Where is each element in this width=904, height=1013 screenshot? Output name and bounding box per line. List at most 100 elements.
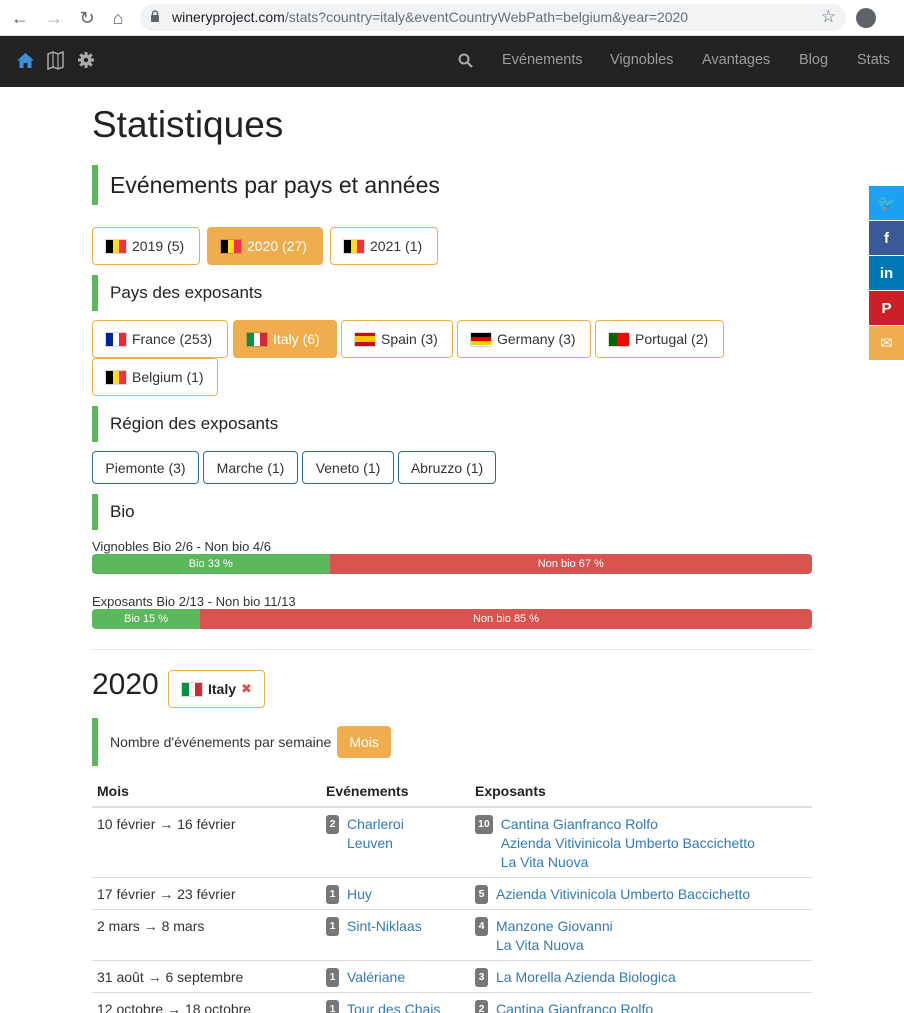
event-link[interactable]: Valériane (347, 968, 405, 987)
event-link[interactable]: Leuven (347, 834, 404, 853)
exhibitor-link[interactable]: La Vita Nuova (496, 936, 613, 955)
pill-label: Spain (3) (381, 331, 438, 347)
forward-arrow-icon[interactable]: → (42, 6, 66, 30)
pill-label: Germany (3) (497, 331, 576, 347)
be-flag-icon (220, 238, 242, 254)
exhibitor-link[interactable]: Manzone Giovanni (496, 917, 613, 936)
country-filter-de[interactable]: Germany (3) (457, 320, 591, 358)
twitter-share-button[interactable]: 🐦 (869, 186, 904, 220)
event-link[interactable]: Charleroi (347, 815, 404, 834)
region-filter-0[interactable]: Piemonte (3) (92, 451, 199, 484)
es-flag-icon (354, 331, 376, 347)
section-events-heading: Evénements par pays et années (92, 165, 440, 205)
home-browser-icon[interactable]: ⌂ (106, 6, 130, 30)
col-header-events: Evénements (321, 776, 470, 808)
count-badge: 10 (475, 815, 493, 834)
exhibitor-link[interactable]: Azienda Vitivinicola Umberto Baccichetto (496, 885, 750, 904)
table-row: 31 août → 6 septembre 1 Valériane 3 La Morel… (92, 960, 812, 993)
pt-flag-icon (608, 331, 630, 347)
nav-blog[interactable]: Blog (799, 52, 828, 68)
pill-label: Belgium (1) (132, 369, 204, 385)
event-link[interactable]: Sint-Niklaas (347, 917, 422, 936)
url-text: wineryproject.com/stats?country=italy&ev… (172, 9, 689, 25)
nav-stats[interactable]: Stats (857, 52, 890, 68)
month-toggle-button[interactable]: Mois (337, 726, 391, 758)
reload-icon[interactable]: ↻ (75, 6, 99, 30)
table-row: 12 octobre → 18 octobre 1 Tour des Chais 2 C… (92, 992, 812, 1013)
exhibitors-cell: 4 Manzone Giovanni La Vita Nuova (470, 909, 812, 961)
email-share-button[interactable]: ✉ (869, 326, 904, 360)
exhibitors-cell: 3 La Morella Azienda Biologica (470, 960, 812, 993)
region-filter-2[interactable]: Veneto (1) (302, 451, 394, 484)
profile-avatar-icon[interactable] (856, 8, 876, 28)
remove-filter-icon[interactable]: ✖ (241, 681, 252, 697)
map-icon[interactable] (47, 51, 64, 70)
it-flag-icon (246, 331, 268, 347)
nav-evenements[interactable]: Evénements (502, 52, 583, 68)
count-badge: 3 (475, 968, 488, 987)
exhibitor-link[interactable]: Cantina Gianfranco Rolfo (496, 1000, 653, 1013)
pill-label: Italy (6) (273, 331, 320, 347)
vineyards-bio-label: Vignobles Bio 2/6 - Non bio 4/6 (92, 539, 271, 554)
address-bar[interactable]: wineryproject.com/stats?country=italy&ev… (140, 4, 846, 31)
exhibitors-cell: 5 Azienda Vitivinicola Umberto Baccichett… (470, 877, 812, 910)
bio-segment: Bio 33 % (92, 554, 330, 574)
year-filter-2[interactable]: 2021 (1) (330, 227, 438, 265)
facebook-icon: f (884, 229, 889, 247)
country-filter-es[interactable]: Spain (3) (341, 320, 453, 358)
exhibitor-link[interactable]: Cantina Gianfranco Rolfo (501, 815, 755, 834)
count-badge: 1 (326, 917, 339, 936)
event-link[interactable]: Huy (347, 885, 372, 904)
search-icon[interactable] (458, 53, 473, 68)
country-filter-it[interactable]: Italy (6) (233, 320, 337, 358)
exhibitors-bio-label: Exposants Bio 2/13 - Non bio 11/13 (92, 594, 296, 609)
week-chart-label: Nombre d'événements par semaine (110, 734, 332, 750)
selected-country-chip[interactable]: Italy ✖ (168, 670, 265, 708)
home-icon[interactable] (16, 52, 35, 69)
col-header-exhibitors: Exposants (470, 776, 812, 808)
count-badge: 1 (326, 968, 339, 987)
twitter-icon: 🐦 (877, 195, 896, 212)
be-flag-icon (105, 238, 127, 254)
be-flag-icon (343, 238, 365, 254)
year-heading: 2020 (92, 668, 159, 701)
events-cell: 1 Tour des Chais (321, 992, 470, 1013)
linkedin-share-button[interactable]: in (869, 256, 904, 290)
gear-icon[interactable] (77, 51, 95, 69)
email-icon: ✉ (880, 335, 893, 352)
event-link[interactable]: Tour des Chais (347, 1000, 440, 1013)
period-cell: 2 mars → 8 mars (92, 909, 321, 961)
country-filter-pt[interactable]: Portugal (2) (595, 320, 724, 358)
nav-avantages[interactable]: Avantages (702, 52, 770, 68)
bookmark-star-icon[interactable]: ☆ (821, 7, 836, 27)
table-row: 17 février → 23 février 1 Huy 5 Azienda Viti… (92, 877, 812, 910)
period-cell: 17 février → 23 février (92, 877, 321, 910)
region-filter-1[interactable]: Marche (1) (203, 451, 298, 484)
exhibitor-link[interactable]: La Morella Azienda Biologica (496, 968, 676, 987)
week-chart-header: Nombre d'événements par semaine Mois (92, 718, 391, 766)
pill-label: 2019 (5) (132, 238, 185, 254)
exhibitor-link[interactable]: La Vita Nuova (501, 853, 755, 872)
count-badge: 4 (475, 917, 488, 936)
section-countries-heading: Pays des exposants (92, 275, 262, 311)
events-cell: 2 Charleroi Leuven (321, 806, 470, 878)
country-filter-be[interactable]: Belgium (1) (92, 358, 218, 396)
country-filter-fr[interactable]: France (253) (92, 320, 228, 358)
section-regions-heading: Région des exposants (92, 406, 278, 442)
exhibitor-link[interactable]: Azienda Vitivinicola Umberto Baccichetto (501, 834, 755, 853)
pinterest-share-button[interactable]: P (869, 291, 904, 325)
lock-icon (151, 10, 159, 22)
region-filter-3[interactable]: Abruzzo (1) (398, 451, 496, 484)
nav-vignobles[interactable]: Vignobles (610, 52, 673, 68)
events-table: Mois Evénements Exposants 10 février → 1… (92, 776, 812, 1013)
exhibitors-cell: 2 Cantina Gianfranco Rolfo (470, 992, 812, 1013)
de-flag-icon (470, 331, 492, 347)
vineyards-bio-bar: Bio 33 % Non bio 67 % (92, 554, 812, 574)
year-filter-0[interactable]: 2019 (5) (92, 227, 200, 265)
year-filter-1[interactable]: 2020 (27) (207, 227, 323, 265)
pill-label: France (253) (132, 331, 213, 347)
back-arrow-icon[interactable]: ← (8, 6, 32, 30)
linkedin-icon: in (879, 264, 894, 282)
nonbio-segment: Non bio 67 % (329, 554, 812, 574)
facebook-share-button[interactable]: f (869, 221, 904, 255)
